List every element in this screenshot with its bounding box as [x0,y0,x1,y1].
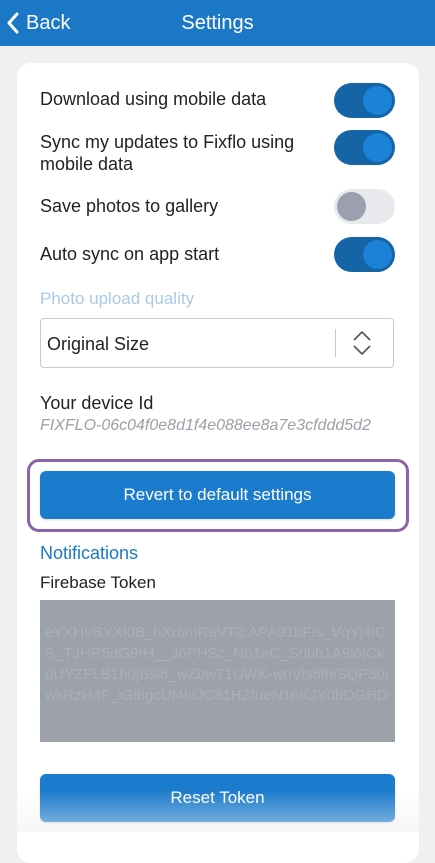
up-down-chevron-icon [353,331,371,355]
top-navigation-bar: Back Settings [0,0,435,46]
device-id-label: Your device Id [40,393,154,413]
device-id-value: FIXFLO-06c04f0e8d1f4e088ee8a7e3cfddd5d2 [40,417,371,434]
firebase-token-box: eYXH9BYXI0B_hXr6mRaVT0:APA91bFIs_VqYj4iC… [40,600,395,742]
reset-token-button[interactable]: Reset Token [40,774,395,822]
revert-default-settings-button[interactable]: Revert to default settings [40,471,395,519]
toggle-save-photos[interactable] [334,189,395,224]
back-button[interactable]: Back [6,0,70,46]
notifications-heading: Notifications [40,543,139,563]
setting-label-sync-mobile-data: Sync my updates to Fixflo using mobile d… [40,132,295,174]
toggle-auto-sync[interactable] [334,237,395,272]
toggle-knob [363,240,392,269]
chevron-left-icon [7,12,19,34]
firebase-token-value: eYXH9BYXI0B_hXr6mRaVT0:APA91bFIs_VqYj4iC… [45,624,389,704]
toggle-knob [363,86,392,115]
photo-quality-label: Photo upload quality [40,289,195,308]
toggle-knob [363,133,392,162]
toggle-download-mobile-data[interactable] [334,83,395,118]
photo-quality-select[interactable]: Original Size [40,318,394,368]
toggle-knob [337,192,366,221]
select-divider [335,329,336,357]
toggle-sync-mobile-data[interactable] [334,130,395,165]
firebase-token-label: Firebase Token [40,573,156,592]
photo-quality-value: Original Size [47,334,150,354]
back-label: Back [26,11,71,34]
